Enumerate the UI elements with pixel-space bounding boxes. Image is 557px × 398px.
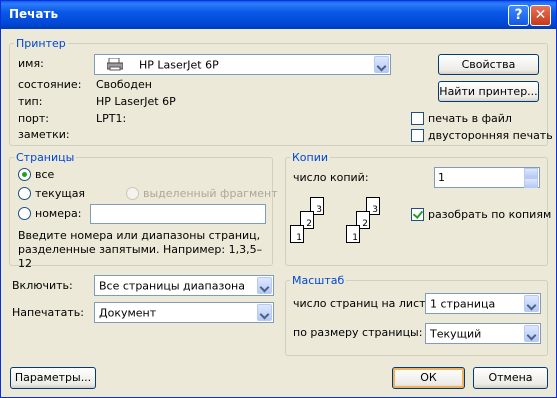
collate-illustration-1: 3 2 1: [290, 197, 330, 249]
duplex-label[interactable]: двусторонняя печать: [428, 129, 553, 142]
cancel-button[interactable]: Отмена: [473, 367, 548, 389]
title-bar[interactable]: Печать ? ✕: [1, 1, 556, 29]
chevron-down-icon[interactable]: [257, 277, 272, 294]
pages-numbers-input[interactable]: [90, 204, 266, 224]
collate-label[interactable]: разобрать по копиям: [428, 208, 551, 221]
ok-button[interactable]: ОК: [392, 367, 465, 389]
pages-selection-label: выделенный фрагмент: [143, 187, 278, 200]
spin-down-icon[interactable]: [524, 178, 538, 188]
spin-up-icon[interactable]: [524, 168, 538, 178]
properties-button-label: Свойства: [461, 58, 516, 71]
window-title: Печать: [9, 7, 59, 21]
include-select[interactable]: Все страницы диапазона: [94, 275, 274, 296]
cancel-button-label: Отмена: [488, 371, 533, 384]
pages-per-sheet-label: число страниц на листе:: [293, 297, 436, 310]
print-to-file-label[interactable]: печать в файл: [428, 112, 512, 125]
scale-group: [285, 280, 548, 356]
chevron-down-icon[interactable]: [257, 304, 272, 321]
close-button[interactable]: ✕: [530, 5, 551, 26]
find-printer-button-label: Найти принтер...: [439, 85, 538, 98]
pages-legend: Страницы: [14, 151, 77, 164]
help-button[interactable]: ?: [508, 5, 529, 26]
duplex-checkbox[interactable]: [411, 129, 424, 142]
fit-to-page-value: Текущий: [430, 327, 482, 340]
printer-name-label: имя:: [18, 57, 44, 70]
printer-legend: Принтер: [14, 37, 68, 50]
properties-button[interactable]: Свойства: [438, 54, 539, 75]
ok-button-label: ОК: [420, 371, 437, 384]
copies-legend: Копии: [290, 151, 331, 164]
printer-name-value: HP LaserJet 6P: [139, 58, 219, 71]
printer-icon: [106, 57, 124, 71]
fit-to-page-label: по размеру страницы:: [293, 326, 423, 339]
copies-count-label: число копий:: [293, 171, 369, 184]
copies-count-value: 1: [438, 171, 445, 184]
pages-selection-radio: [126, 187, 139, 200]
pages-current-radio[interactable]: [18, 187, 31, 200]
collate-checkbox[interactable]: [411, 208, 424, 221]
options-button-label: Параметры...: [14, 371, 92, 384]
pages-numbers-radio[interactable]: [18, 207, 31, 220]
printer-notes-label: заметки:: [18, 128, 70, 141]
pages-hint: Введите номера или диапазоны страниц, ра…: [18, 229, 263, 270]
page-icon-1: 1: [290, 225, 304, 243]
pages-all-radio[interactable]: [18, 168, 31, 181]
print-what-label: Напечатать:: [12, 306, 84, 319]
include-value: Все страницы диапазона: [99, 279, 245, 292]
printer-port-label: порт:: [18, 112, 50, 125]
printer-status-label: состояние:: [18, 78, 82, 91]
printer-type-value: HP LaserJet 6P: [96, 95, 176, 108]
printer-status-value: Свободен: [96, 78, 152, 91]
print-what-select[interactable]: Документ: [94, 302, 274, 323]
chevron-down-icon[interactable]: [374, 56, 389, 73]
print-dialog: Печать ? ✕ Принтер имя: HP LaserJet 6P с…: [0, 0, 557, 398]
fit-to-page-select[interactable]: Текущий: [425, 323, 541, 344]
pages-per-sheet-value: 1 страница: [430, 297, 496, 310]
page-icon-1: 1: [346, 225, 360, 243]
pages-numbers-label[interactable]: номера:: [35, 207, 81, 220]
pages-per-sheet-select[interactable]: 1 страница: [425, 293, 541, 314]
chevron-down-icon[interactable]: [524, 325, 539, 342]
include-label: Включить:: [12, 279, 73, 292]
copies-count-input[interactable]: 1: [434, 167, 540, 188]
pages-current-label[interactable]: текущая: [35, 187, 85, 200]
printer-select[interactable]: HP LaserJet 6P: [94, 54, 391, 75]
printer-type-label: тип:: [18, 95, 43, 108]
print-what-value: Документ: [99, 306, 157, 319]
collate-illustration-2: 3 2 1: [346, 197, 386, 249]
pages-all-label[interactable]: все: [35, 168, 54, 181]
print-to-file-checkbox[interactable]: [411, 112, 424, 125]
find-printer-button[interactable]: Найти принтер...: [438, 81, 539, 102]
printer-port-value: LPT1:: [96, 112, 127, 125]
options-button[interactable]: Параметры...: [10, 367, 96, 389]
scale-legend: Масштаб: [290, 274, 347, 287]
chevron-down-icon[interactable]: [524, 295, 539, 312]
